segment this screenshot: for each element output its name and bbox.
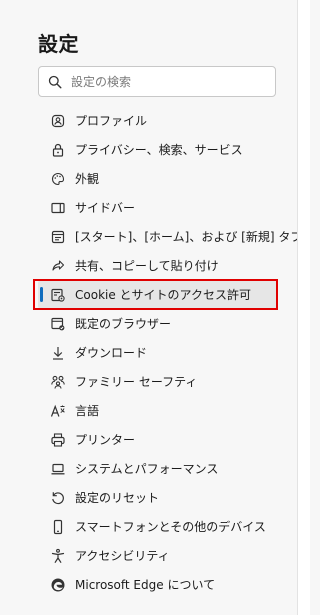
sidebar-icon <box>50 200 66 216</box>
phone-icon <box>50 519 66 535</box>
language-icon <box>50 403 66 419</box>
sidebar-item-accessibility[interactable]: アクセシビリティ <box>38 541 278 570</box>
sidebar-item-label: システムとパフォーマンス <box>75 462 219 476</box>
content-pane-edge <box>297 0 310 615</box>
search-input[interactable] <box>71 74 261 89</box>
sidebar-item-label: [スタート]、[ホーム]、および [新規] タブ <box>75 230 303 244</box>
sidebar-item-about-edge[interactable]: Microsoft Edge について <box>38 570 278 599</box>
edge-logo-icon <box>50 577 66 593</box>
sidebar-item-printers[interactable]: プリンター <box>38 425 278 454</box>
sidebar-item-label: 外観 <box>75 172 100 186</box>
sidebar-item-phone-devices[interactable]: スマートフォンとその他のデバイス <box>38 512 278 541</box>
home-tab-icon <box>50 229 66 245</box>
sidebar-item-appearance[interactable]: 外観 <box>38 164 278 193</box>
sidebar-item-downloads[interactable]: ダウンロード <box>38 338 278 367</box>
settings-nav: プロファイル プライバシー、検索、サービス 外観 サイドバー [スタート]、[ホ <box>38 106 302 599</box>
cookie-settings-icon <box>50 287 66 303</box>
family-icon <box>50 374 66 390</box>
sidebar-item-label: アクセシビリティ <box>75 549 170 563</box>
profile-icon <box>50 113 66 129</box>
sidebar-item-family-safety[interactable]: ファミリー セーフティ <box>38 367 278 396</box>
sidebar-item-cookies-site-permissions[interactable]: Cookie とサイトのアクセス許可 <box>38 280 278 309</box>
accessibility-icon <box>50 548 66 564</box>
sidebar-item-label: Microsoft Edge について <box>75 578 216 592</box>
default-browser-icon <box>50 316 66 332</box>
sidebar-item-start-home-newtab[interactable]: [スタート]、[ホーム]、および [新規] タブ <box>38 222 302 251</box>
page-title: 設定 <box>38 32 79 56</box>
sidebar-item-label: プライバシー、検索、サービス <box>75 143 243 157</box>
laptop-icon <box>50 461 66 477</box>
reset-icon <box>50 490 66 506</box>
search-icon <box>39 75 71 89</box>
sidebar-item-label: Cookie とサイトのアクセス許可 <box>75 288 251 302</box>
sidebar-item-label: プロファイル <box>75 114 148 128</box>
sidebar-item-label: 設定のリセット <box>75 491 160 505</box>
sidebar-item-profile[interactable]: プロファイル <box>38 106 278 135</box>
search-box[interactable] <box>38 66 276 97</box>
palette-icon <box>50 171 66 187</box>
sidebar-item-reset-settings[interactable]: 設定のリセット <box>38 483 278 512</box>
settings-sidebar: 設定 プロファイル プライバシー、検索、サービス 外観 <box>0 0 302 615</box>
sidebar-item-share-copy-paste[interactable]: 共有、コピーして貼り付け <box>38 251 278 280</box>
sidebar-item-label: プリンター <box>75 433 136 447</box>
lock-icon <box>50 142 66 158</box>
sidebar-item-label: 既定のブラウザー <box>75 317 172 331</box>
printer-icon <box>50 432 66 448</box>
share-icon <box>50 258 66 274</box>
sidebar-item-label: 共有、コピーして貼り付け <box>75 259 219 273</box>
sidebar-item-label: スマートフォンとその他のデバイス <box>75 520 266 534</box>
sidebar-item-default-browser[interactable]: 既定のブラウザー <box>38 309 278 338</box>
sidebar-item-system-performance[interactable]: システムとパフォーマンス <box>38 454 278 483</box>
sidebar-item-privacy[interactable]: プライバシー、検索、サービス <box>38 135 278 164</box>
sidebar-item-label: ダウンロード <box>75 346 148 360</box>
sidebar-item-label: ファミリー セーフティ <box>75 375 198 389</box>
download-icon <box>50 345 66 361</box>
sidebar-item-sidebar[interactable]: サイドバー <box>38 193 278 222</box>
sidebar-item-languages[interactable]: 言語 <box>38 396 278 425</box>
sidebar-item-label: サイドバー <box>75 201 136 215</box>
sidebar-item-label: 言語 <box>75 404 100 418</box>
